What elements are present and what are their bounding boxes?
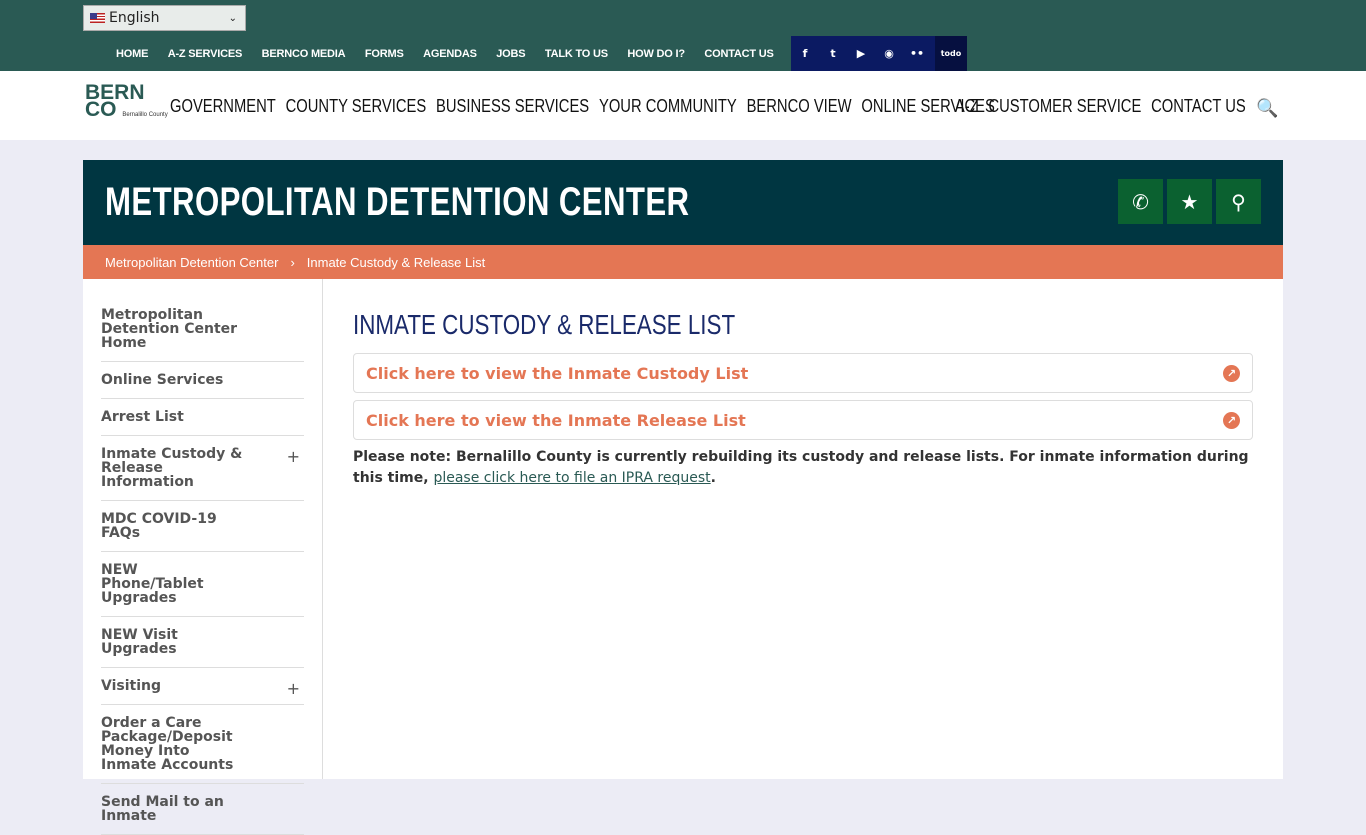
sidebar-item[interactable]: Visiting +: [101, 668, 304, 705]
breadcrumb-link[interactable]: Metropolitan Detention Center: [105, 255, 278, 270]
facebook-icon[interactable]: f: [791, 47, 819, 60]
top-bar: English ⌄ HOME A-Z SERVICES BERNCO MEDIA FOR…: [0, 0, 1366, 71]
util-howdoi[interactable]: HOW DO I?: [627, 48, 685, 60]
main-content: INMATE CUSTODY & RELEASE LIST Click here…: [353, 309, 1253, 489]
sidebar-item[interactable]: NEW Visit Upgrades: [101, 617, 304, 668]
external-link-icon: ↗: [1223, 411, 1240, 429]
release-list-link[interactable]: Click here to view the Inmate Release Li…: [353, 400, 1253, 440]
util-contact[interactable]: CONTACT US: [704, 48, 773, 60]
star-icon[interactable]: ★: [1167, 179, 1212, 224]
nav-customer-service[interactable]: CUSTOMER SERVICE: [989, 96, 1142, 117]
plus-icon[interactable]: +: [287, 449, 300, 465]
sidebar-item[interactable]: Inmate Custody & Release Information +: [101, 436, 304, 501]
chevron-down-icon: ⌄: [228, 12, 237, 24]
social-links: f t ▶ ◉ •• todo: [791, 36, 967, 71]
content-area: Metropolitan Detention Center Home Onlin…: [83, 279, 1283, 835]
sidebar-item[interactable]: MDC COVID-19 FAQs: [101, 501, 304, 552]
nav-bernco-view[interactable]: BERNCO VIEW: [747, 96, 852, 117]
main-nav-bar: BERN CO Bernalillo County GOVERNMENT COUNT…: [0, 71, 1366, 140]
nav-county-services[interactable]: COUNTY SERVICES: [286, 96, 427, 117]
sidebar-item[interactable]: Order a Care Package/Deposit Money Into …: [101, 705, 304, 784]
language-label: English: [109, 10, 160, 26]
nav-government[interactable]: GOVERNMENT: [170, 96, 276, 117]
custody-list-link[interactable]: Click here to view the Inmate Custody Li…: [353, 353, 1253, 393]
right-nav: A-Z CUSTOMER SERVICE CONTACT US: [955, 96, 1246, 117]
twitter-icon[interactable]: t: [819, 47, 847, 60]
external-link-icon: ↗: [1223, 364, 1240, 382]
abq-todo-icon[interactable]: todo: [935, 36, 967, 71]
page-banner: METROPOLITAN DETENTION CENTER ✆ ★ ⚲: [83, 160, 1283, 245]
nav-business-services[interactable]: BUSINESS SERVICES: [436, 96, 589, 117]
nav-az[interactable]: A-Z: [955, 96, 979, 117]
us-flag-icon: [90, 13, 105, 23]
sidebar-item[interactable]: Online Services: [101, 362, 304, 399]
youtube-icon[interactable]: ▶: [847, 47, 875, 60]
notice-text: Please note: Bernalillo County is curren…: [353, 449, 1249, 486]
breadcrumb: Metropolitan Detention Center › Inmate Cus…: [83, 245, 1283, 279]
plus-icon[interactable]: +: [287, 681, 300, 697]
util-az[interactable]: A-Z SERVICES: [168, 48, 243, 60]
util-home[interactable]: HOME: [116, 48, 148, 60]
search-icon[interactable]: 🔍: [1256, 98, 1278, 119]
instagram-icon[interactable]: ◉: [875, 47, 903, 60]
main-nav: GOVERNMENT COUNTY SERVICES BUSINESS SERVIC…: [170, 96, 995, 117]
sidebar-item[interactable]: Arrest List: [101, 399, 304, 436]
sidebar-item[interactable]: NEW Phone/Tablet Upgrades: [101, 552, 304, 617]
bernco-logo[interactable]: BERN CO Bernalillo County: [85, 82, 168, 124]
banner-title: METROPOLITAN DETENTION CENTER: [105, 180, 690, 224]
nav-contact-us[interactable]: CONTACT US: [1151, 96, 1246, 117]
sidebar: Metropolitan Detention Center Home Onlin…: [83, 279, 323, 835]
sidebar-item[interactable]: Metropolitan Detention Center Home: [101, 279, 304, 362]
util-agendas[interactable]: AGENDAS: [423, 48, 477, 60]
page-title: INMATE CUSTODY & RELEASE LIST: [353, 309, 736, 340]
util-forms[interactable]: FORMS: [365, 48, 404, 60]
ipra-request-link[interactable]: please click here to file an IPRA reques…: [433, 470, 710, 486]
util-jobs[interactable]: JOBS: [496, 48, 525, 60]
flickr-icon[interactable]: ••: [903, 47, 931, 60]
nav-your-community[interactable]: YOUR COMMUNITY: [599, 96, 737, 117]
sidebar-item[interactable]: Send Mail to an Inmate: [101, 784, 304, 835]
utility-nav: HOME A-Z SERVICES BERNCO MEDIA FORMS AGENDAS…: [116, 36, 793, 71]
util-media[interactable]: BERNCO MEDIA: [262, 48, 346, 60]
util-talk[interactable]: TALK TO US: [545, 48, 608, 60]
chevron-right-icon: ›: [290, 254, 295, 270]
breadcrumb-current: Inmate Custody & Release List: [306, 254, 486, 270]
search-icon[interactable]: ⚲: [1216, 179, 1261, 224]
language-select[interactable]: English ⌄: [83, 5, 246, 31]
phone-icon[interactable]: ✆: [1118, 179, 1163, 224]
